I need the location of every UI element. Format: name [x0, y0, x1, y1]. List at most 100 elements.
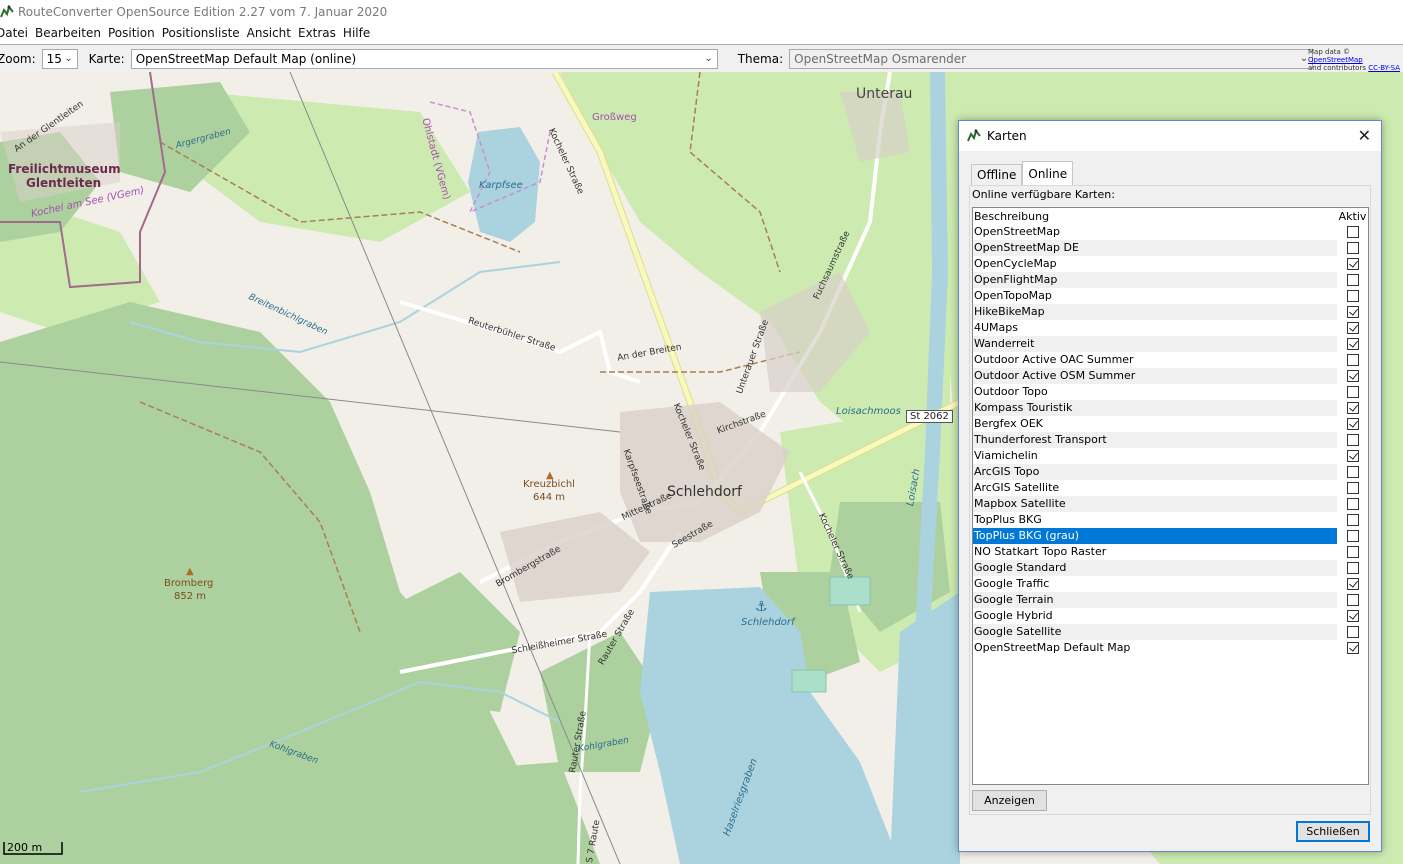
active-checkbox[interactable] — [1346, 306, 1359, 318]
map-name-cell: OpenTopoMap — [974, 289, 1052, 302]
active-checkbox[interactable] — [1346, 514, 1359, 526]
active-checkbox[interactable] — [1346, 338, 1359, 350]
table-row[interactable]: ArcGIS Topo — [973, 464, 1368, 480]
active-checkbox[interactable] — [1346, 466, 1359, 478]
table-row[interactable]: OpenStreetMap DE — [973, 240, 1368, 256]
table-row[interactable]: Google Standard — [973, 560, 1368, 576]
active-checkbox[interactable] — [1346, 386, 1359, 398]
active-checkbox[interactable] — [1346, 290, 1359, 302]
active-checkbox[interactable] — [1346, 482, 1359, 494]
table-row[interactable]: OpenStreetMap — [973, 224, 1368, 240]
map-name-cell: Google Traffic — [974, 577, 1050, 590]
close-button[interactable]: Schließen — [1296, 821, 1370, 842]
show-button[interactable]: Anzeigen — [972, 790, 1047, 811]
maps-table[interactable]: Beschreibung Aktiv OpenStreetMap OpenStre… — [972, 207, 1369, 785]
menu-item-hilfe[interactable]: Hilfe — [343, 26, 377, 40]
table-row[interactable]: NO Statkart Topo Raster — [973, 544, 1368, 560]
table-row[interactable]: Viamichelin — [973, 448, 1368, 464]
map-name-cell: OpenStreetMap DE — [973, 240, 1338, 256]
column-header-active[interactable]: Aktiv — [1337, 210, 1368, 223]
table-row[interactable]: Google Satellite — [973, 624, 1368, 640]
active-checkbox[interactable] — [1346, 594, 1359, 606]
table-row[interactable]: Google Traffic — [973, 576, 1368, 592]
table-row[interactable]: TopPlus BKG (grau) — [973, 528, 1368, 544]
active-checkbox[interactable] — [1346, 546, 1359, 558]
active-checkbox[interactable] — [1346, 322, 1359, 334]
active-checkbox[interactable] — [1346, 610, 1359, 622]
zoom-select[interactable]: 15 ⌄ — [41, 48, 78, 69]
table-row[interactable]: Google Terrain — [973, 592, 1368, 608]
map-name-cell: Wanderreit — [973, 336, 1338, 352]
osm-link[interactable]: OpenStreetMap — [1308, 56, 1363, 64]
table-row[interactable]: ArcGIS Satellite — [973, 480, 1368, 496]
menu-item-extras[interactable]: Extras — [298, 26, 343, 40]
poi-label-freilichtmuseum: Freilichtmuseum — [8, 162, 121, 176]
active-cell — [1337, 482, 1368, 494]
table-row[interactable]: Mapbox Satellite — [973, 496, 1368, 512]
menu-item-position[interactable]: Position — [108, 26, 162, 40]
active-checkbox[interactable] — [1346, 562, 1359, 574]
place-label-schlehdorf: Schlehdorf — [667, 484, 742, 500]
active-checkbox[interactable] — [1346, 434, 1359, 446]
close-icon[interactable]: ✕ — [1358, 126, 1371, 145]
active-cell — [1337, 322, 1368, 334]
map-label: Karte: — [88, 51, 125, 66]
table-row[interactable]: 4UMaps — [973, 320, 1368, 336]
table-row[interactable]: TopPlus BKG — [973, 512, 1368, 528]
table-row[interactable]: OpenFlightMap — [973, 272, 1368, 288]
active-cell — [1337, 450, 1368, 462]
active-checkbox[interactable] — [1346, 258, 1359, 270]
map-name-cell: OpenStreetMap — [974, 225, 1061, 238]
map-name-cell: Google Hybrid — [974, 609, 1053, 622]
table-row[interactable]: Wanderreit — [973, 336, 1368, 352]
active-checkbox[interactable] — [1346, 642, 1359, 654]
map-name-cell: TopPlus BKG (grau) — [973, 528, 1338, 544]
active-checkbox[interactable] — [1346, 530, 1359, 542]
active-cell — [1337, 642, 1368, 654]
tab-online[interactable]: Online — [1022, 161, 1074, 185]
tab-offline[interactable]: Offline — [971, 164, 1023, 185]
map-select[interactable]: OpenStreetMap Default Map (online) ⌄ — [130, 48, 718, 69]
table-row[interactable]: HikeBikeMap — [973, 304, 1368, 320]
active-checkbox[interactable] — [1346, 354, 1359, 366]
peak-elevation-bromberg: 852 m — [174, 591, 207, 602]
menu-item-bearbeiten[interactable]: Bearbeiten — [35, 26, 108, 40]
menu-item-positionsliste[interactable]: Positionsliste — [162, 26, 247, 40]
table-row[interactable]: Outdoor Active OSM Summer — [973, 368, 1368, 384]
active-checkbox[interactable] — [1346, 626, 1359, 638]
map-toolbar: Zoom: 15 ⌄ Karte: OpenStreetMap Default … — [0, 44, 1403, 72]
table-row[interactable]: Outdoor Topo — [973, 384, 1368, 400]
active-checkbox[interactable] — [1346, 498, 1359, 510]
table-row[interactable]: OpenCycleMap — [973, 256, 1368, 272]
license-link[interactable]: CC-BY-SA — [1368, 64, 1400, 72]
table-row[interactable]: OpenStreetMap Default Map — [973, 640, 1368, 656]
table-row[interactable]: Bergfex OEK — [973, 416, 1368, 432]
active-checkbox[interactable] — [1346, 274, 1359, 286]
active-checkbox[interactable] — [1346, 418, 1359, 430]
active-cell — [1337, 466, 1368, 478]
active-cell — [1337, 546, 1368, 558]
active-checkbox[interactable] — [1346, 402, 1359, 414]
active-checkbox[interactable] — [1346, 370, 1359, 382]
table-row[interactable]: Kompass Touristik — [973, 400, 1368, 416]
menu-item-ansicht[interactable]: Ansicht — [247, 26, 298, 40]
chevron-down-icon: ⌄ — [1299, 53, 1309, 64]
table-body: OpenStreetMap OpenStreetMap DE OpenCycleMa… — [973, 224, 1368, 656]
menu-item-datei[interactable]: Datei — [0, 26, 35, 40]
peak-label-bromberg: Bromberg — [164, 578, 214, 589]
active-checkbox[interactable] — [1346, 578, 1359, 590]
active-checkbox[interactable] — [1346, 450, 1359, 462]
active-checkbox[interactable] — [1346, 226, 1359, 238]
map-name-cell: Google Terrain — [973, 592, 1338, 608]
map-name-cell: ArcGIS Topo — [973, 464, 1338, 480]
active-checkbox[interactable] — [1346, 242, 1359, 254]
column-header-description[interactable]: Beschreibung — [973, 210, 1337, 223]
table-row[interactable]: Thunderforest Transport — [973, 432, 1368, 448]
map-value: OpenStreetMap Default Map (online) — [135, 51, 357, 66]
table-row[interactable]: Outdoor Active OAC Summer — [973, 352, 1368, 368]
theme-select[interactable]: OpenStreetMap Osmarender ⌄ — [789, 48, 1314, 69]
map-name-cell: Bergfex OEK — [974, 417, 1043, 430]
table-row[interactable]: Google Hybrid — [973, 608, 1368, 624]
table-row[interactable]: OpenTopoMap — [973, 288, 1368, 304]
route-badge-st2062: St 2062 — [906, 410, 953, 423]
